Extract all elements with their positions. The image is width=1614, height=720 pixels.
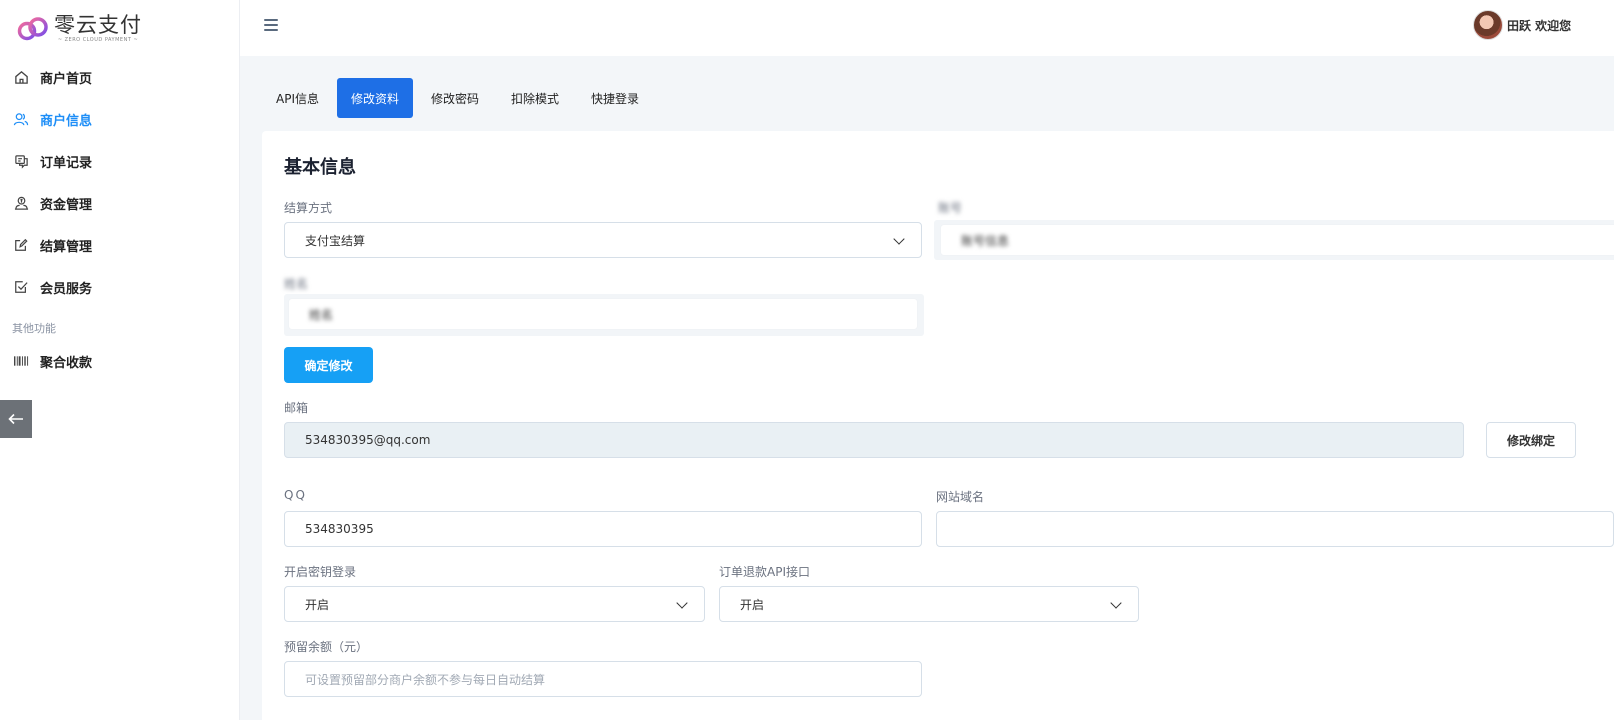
barcode-icon [12,352,30,370]
refund-api-label: 订单退款API接口 [719,565,810,579]
sidebar-item-label: 资金管理 [40,197,93,213]
name-label: 姓名 [284,277,309,291]
profile-tabs: API信息 修改资料 修改密码 扣除模式 快捷登录 [262,78,653,118]
cloud-logo-icon [16,13,50,43]
modify-binding-button[interactable]: 修改绑定 [1486,422,1576,458]
sidebar-item-member-service[interactable]: 会员服务 [0,266,239,308]
sidebar-item-label: 订单记录 [40,155,93,171]
tab-edit-profile[interactable]: 修改资料 [337,78,414,118]
sidebar-item-funds[interactable]: 资金管理 [0,182,239,224]
chat-list-icon [12,152,30,170]
top-header: 田跃 欢迎您 [240,0,1614,56]
settle-method-select[interactable]: 支付宝结算 [284,222,922,258]
sidebar-item-merchant-info[interactable]: 商户信息 [0,98,239,140]
home-icon [12,68,30,86]
users-icon [12,110,30,128]
key-login-select[interactable]: 开启 [284,586,705,622]
sidebar-item-label: 商户首页 [40,71,93,87]
sidebar-item-label: 商户信息 [40,113,93,129]
profile-form-card: 基本信息 结算方式 支付宝结算 账号 账号信息 姓名 姓名 确定修改 邮箱 53… [262,131,1614,720]
email-value: 534830395@qq.com [305,433,431,447]
email-label: 邮箱 [284,401,309,415]
account-value: 账号信息 [961,233,1010,248]
arrow-left-icon [8,413,23,425]
sidebar-item-label: 结算管理 [40,239,93,255]
settle-method-label: 结算方式 [284,201,333,215]
sidebar-item-label: 会员服务 [40,281,93,297]
domain-input[interactable] [936,511,1614,547]
reserve-label: 预留余额（元） [284,640,369,654]
account-label: 账号 [938,201,963,215]
reserve-input[interactable]: 可设置预留部分商户余额不参与每日自动结算 [284,661,922,697]
reserve-placeholder: 可设置预留部分商户余额不参与每日自动结算 [305,672,546,687]
page-title: 基本信息 [284,157,356,178]
chevron-down-icon [676,597,688,609]
money-user-icon [12,194,30,212]
refund-api-value: 开启 [740,597,765,612]
brand-tagline: ~ ZERO CLOUD PAYMENT ~ [57,36,139,43]
sidebar-item-label: 聚合收款 [40,355,93,371]
refund-api-select[interactable]: 开启 [719,586,1139,622]
account-input[interactable]: 账号信息 [940,224,1614,256]
qq-label: QQ [284,488,307,502]
edit-icon [12,236,30,254]
sidebar-item-aggregate-payment[interactable]: 聚合收款 [0,340,239,382]
sidebar: 零云支付 ~ ZERO CLOUD PAYMENT ~ 商户首页 商户信息 订单… [0,0,240,720]
tab-deduction-mode[interactable]: 扣除模式 [497,78,573,118]
brand-logo[interactable]: 零云支付 ~ ZERO CLOUD PAYMENT ~ [0,0,239,56]
tab-quick-login[interactable]: 快捷登录 [577,78,653,118]
tab-change-password[interactable]: 修改密码 [417,78,493,118]
sidebar-nav: 商户首页 商户信息 订单记录 资金管理 结算管理 会员服务 [0,56,239,308]
sidebar-item-settlement[interactable]: 结算管理 [0,224,239,266]
sidebar-item-order-records[interactable]: 订单记录 [0,140,239,182]
key-login-value: 开启 [305,597,330,612]
sidebar-nav-extra: 聚合收款 [0,340,239,382]
domain-label: 网站域名 [936,490,985,504]
user-menu[interactable]: 田跃 欢迎您 [1473,10,1571,40]
sidebar-item-merchant-home[interactable]: 商户首页 [0,56,239,98]
confirm-modify-button[interactable]: 确定修改 [284,347,373,383]
brand-name: 零云支付 [54,12,142,37]
chevron-down-icon [1110,597,1122,609]
collapse-sidebar-button[interactable] [0,400,32,438]
tab-api-info[interactable]: API信息 [262,78,333,118]
menu-toggle-icon[interactable] [264,19,278,31]
checkbox-icon [12,278,30,296]
qq-input[interactable]: 534830395 [284,511,922,547]
email-field[interactable]: 534830395@qq.com [284,422,1464,458]
qq-value: 534830395 [305,522,374,536]
user-greeting: 田跃 欢迎您 [1507,18,1572,33]
avatar[interactable] [1473,10,1503,40]
name-input[interactable]: 姓名 [288,298,918,330]
name-value: 姓名 [309,307,334,322]
chevron-down-icon [893,233,905,245]
key-login-label: 开启密钥登录 [284,565,357,579]
settle-method-value: 支付宝结算 [305,233,366,248]
